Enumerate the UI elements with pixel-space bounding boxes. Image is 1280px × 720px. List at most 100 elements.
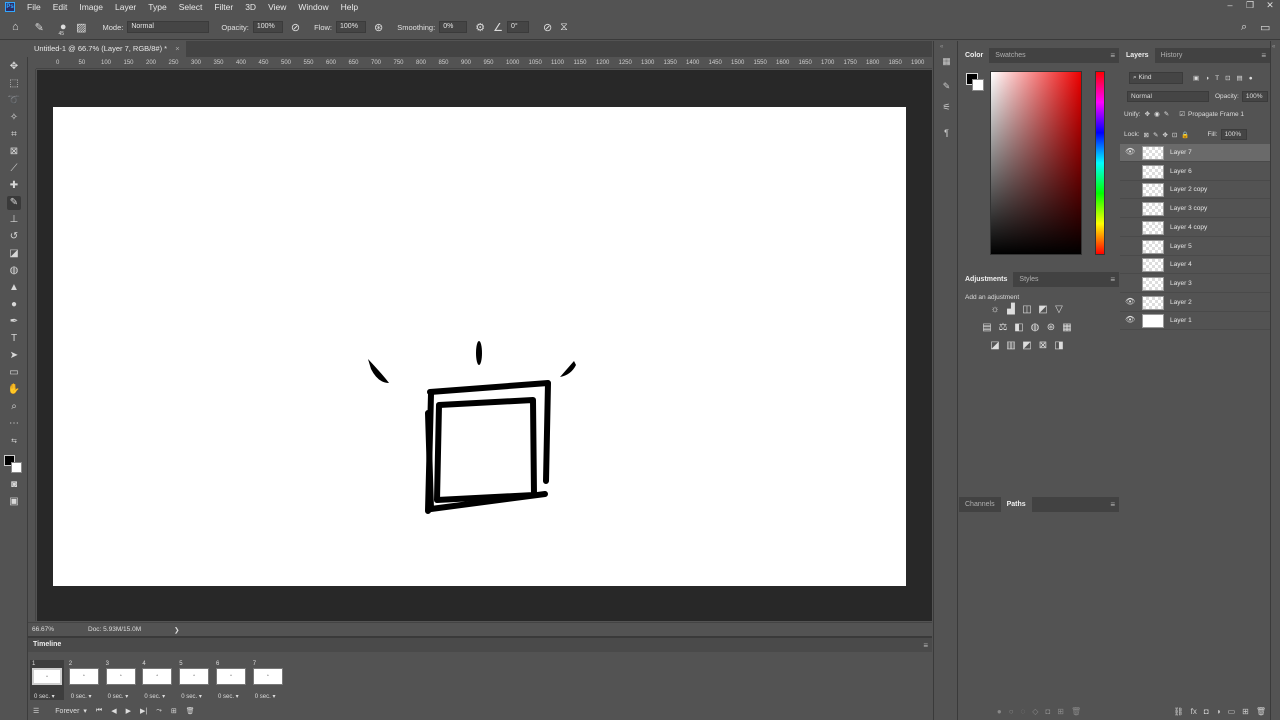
duplicate-frame-icon[interactable]: ⊞ [171,707,177,715]
more-tools-icon[interactable]: ⋯ [7,417,21,431]
frame-thumbnail[interactable]: ▫ [216,668,246,685]
layer-row[interactable]: Layer 3 [1120,275,1270,293]
brush-settings-icon[interactable]: ✎ [940,81,953,94]
blend-mode-select[interactable]: Normal [1127,91,1209,102]
black-white-icon[interactable]: ◧ [1011,322,1027,333]
adjustment-layer-icon[interactable]: ◑ [1216,707,1221,716]
marquee-tool-icon[interactable]: ⬚ [7,77,21,91]
frame-delay[interactable]: 0 sec. ▾ [181,693,202,700]
menu-select[interactable]: Select [173,2,209,12]
swap-colors-icon[interactable]: ⇆ [7,435,21,449]
first-frame-icon[interactable]: ⏮ [96,707,102,715]
angle-icon[interactable]: ∠ [493,21,503,34]
lock-pixels-icon[interactable]: ✎ [1153,131,1158,139]
close-icon[interactable]: ✕ [1260,0,1280,11]
frame-thumbnail[interactable]: ▫ [68,668,99,685]
delete-path-icon[interactable]: 🗑 [1071,707,1081,716]
frame-tool-icon[interactable]: ⊠ [7,145,21,159]
tab-paths[interactable]: Paths [1000,497,1032,512]
layer-row[interactable]: Layer 3 copy [1120,200,1270,219]
hand-tool-icon[interactable]: ✋ [7,383,21,397]
menu-view[interactable]: View [262,2,292,12]
timeline-frame[interactable]: 7 ▫ 0 sec. ▾ [251,660,285,700]
opacity-field[interactable]: 100% [252,21,283,33]
threshold-icon[interactable]: ◩ [1019,340,1035,351]
unify-style-icon[interactable]: ✎ [1164,110,1169,118]
load-selection-icon[interactable]: ◌ [1021,707,1026,716]
filter-toggle[interactable]: ● [1249,75,1253,82]
tween-icon[interactable]: ⤳ [156,707,162,715]
color-balance-icon[interactable]: ⚖ [995,322,1011,333]
color-menu-icon[interactable]: ≡ [1110,51,1115,60]
unify-visibility-icon[interactable]: ◉ [1154,110,1160,118]
eye-icon[interactable]: 👁 [1125,147,1135,156]
loop-select[interactable]: Forever [55,708,79,715]
loop-dropdown-icon[interactable]: ▾ [83,707,87,715]
layer-row[interactable]: 👁 Layer 2 [1120,294,1270,312]
minimize-icon[interactable]: – [1220,0,1240,11]
frame-thumbnail[interactable]: ▫ [179,668,210,685]
lock-transparent-icon[interactable]: ⊠ [1144,131,1149,139]
crop-tool-icon[interactable]: ⌗ [7,128,21,142]
filter-shape-icon[interactable]: ⊡ [1225,74,1230,82]
lock-artboard-icon[interactable]: ⊡ [1172,131,1177,139]
airbrush-icon[interactable]: ⊛ [374,21,383,34]
vibrance-icon[interactable]: ▽ [1051,304,1067,315]
invert-icon[interactable]: ◪ [987,340,1003,351]
eraser-tool-icon[interactable]: ◪ [7,247,21,261]
clone-stamp-tool-icon[interactable]: ⊥ [7,213,21,227]
menu-edit[interactable]: Edit [47,2,74,12]
menu-file[interactable]: File [21,2,47,12]
rectangle-tool-icon[interactable]: ▭ [7,366,21,380]
hue-saturation-icon[interactable]: ▤ [979,322,995,333]
frame-delay[interactable]: 0 sec. ▾ [218,693,239,700]
layer-row[interactable]: Layer 2 copy [1120,181,1270,200]
brush-tool-preset-icon[interactable]: ✎ [35,21,44,34]
filter-adjustment-icon[interactable]: ◑ [1205,75,1209,82]
eye-icon[interactable]: 👁 [1125,297,1135,306]
menu-layer[interactable]: Layer [109,2,142,12]
brush-tool-icon[interactable]: ✎ [7,196,21,210]
photo-filter-icon[interactable]: ◍ [1027,322,1043,333]
dodge-tool-icon[interactable]: ● [7,298,21,312]
libraries-icon[interactable]: ▦ [940,56,953,69]
background-color[interactable] [972,79,984,91]
frame-thumbnail[interactable]: ▫ [105,668,136,685]
timeline-frame[interactable]: 4 ▫ 0 sec. ▾ [140,660,174,700]
stroke-path-icon[interactable]: ○ [1009,707,1014,716]
brightness-icon[interactable]: ☼ [987,304,1003,315]
paragraph-icon[interactable]: ¶ [940,128,953,141]
eyedropper-tool-icon[interactable]: ⟋ [7,162,21,176]
frame-thumbnail[interactable]: ▫ [252,668,283,685]
new-layer-icon[interactable]: ⊞ [1242,707,1249,716]
filter-pixel-icon[interactable]: ▣ [1193,74,1199,82]
healing-brush-tool-icon[interactable]: ✚ [7,179,21,193]
history-brush-tool-icon[interactable]: ↺ [7,230,21,244]
restore-icon[interactable]: ❐ [1240,0,1260,11]
layer-row[interactable]: 👁 Layer 1 [1120,312,1270,331]
paths-menu-icon[interactable]: ≡ [1110,500,1115,509]
new-path-icon[interactable]: ⊞ [1057,707,1064,716]
curves-icon[interactable]: ◫ [1019,304,1035,315]
selective-color-icon[interactable]: ◨ [1051,340,1067,351]
menu-3d[interactable]: 3D [239,2,262,12]
pressure-size-icon[interactable]: ⊘ [543,21,552,34]
exposure-icon[interactable]: ◩ [1035,304,1051,315]
menu-image[interactable]: Image [73,2,109,12]
make-path-icon[interactable]: ◇ [1032,707,1038,716]
frame-delay[interactable]: 0 sec. ▾ [144,693,165,700]
gradient-map-icon[interactable]: ⊠ [1035,340,1051,351]
magic-wand-tool-icon[interactable]: ✧ [7,111,21,125]
adjustments-menu-icon[interactable]: ≡ [1110,275,1115,284]
tab-layers[interactable]: Layers [1120,48,1155,63]
fill-field[interactable]: 100% [1220,129,1247,140]
status-menu-arrow[interactable]: ❯ [174,626,179,634]
collapse-right-icon[interactable]: « [1272,44,1275,50]
background-color-swatch[interactable] [11,462,22,473]
color-lookup-icon[interactable]: ▦ [1059,322,1075,333]
layer-row[interactable]: Layer 4 [1120,256,1270,275]
tab-history[interactable]: History [1155,48,1189,63]
timeline-frame[interactable]: 3 ▫ 0 sec. ▾ [104,660,138,700]
properties-icon[interactable]: ⚟ [940,102,953,115]
add-mask-icon[interactable]: ◘ [1045,707,1050,716]
